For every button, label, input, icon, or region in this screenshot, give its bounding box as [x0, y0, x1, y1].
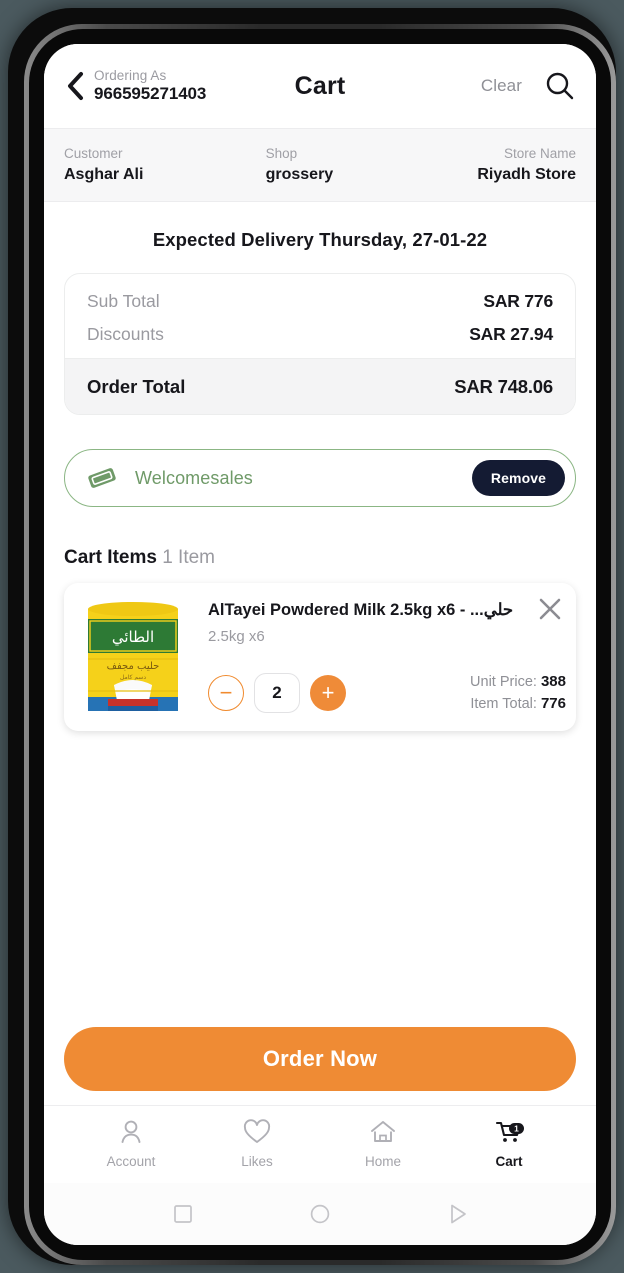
cart-item-row[interactable]: الطائي حليب مجفف دسم كامل AlTayei Powder… — [64, 583, 576, 731]
sub-total-value: SAR 776 — [483, 290, 553, 311]
home-icon — [371, 1120, 395, 1142]
info-store-label: Store Name — [503, 146, 576, 162]
app-header: Ordering As 966595271403 Cart Clear — [44, 44, 596, 128]
nav-label-account: Account — [106, 1153, 156, 1169]
item-total-label: Item Total: — [470, 695, 537, 712]
unit-price-label: Unit Price: — [470, 673, 537, 690]
cart-item-controls: − 2 + Unit Price: 388 Item Total: 776 — [208, 671, 566, 721]
order-totals-card: Sub Total SAR 776 Discounts SAR 27.94 Or… — [64, 273, 576, 415]
quantity-stepper: − 2 + — [208, 672, 346, 713]
discounts-value: SAR 27.94 — [469, 323, 553, 344]
cart-item-details: AlTayei Powdered Milk 2.5kg x6 - ...حلي … — [192, 593, 566, 721]
order-total-row: Order Total SAR 748.06 — [65, 358, 575, 414]
svg-text:حليب مجفف: حليب مجفف — [107, 661, 160, 672]
cart-items-count: 1 Item — [162, 547, 216, 568]
nav-item-account[interactable]: Account — [68, 1117, 194, 1169]
svg-text:دسم كامل: دسم كامل — [120, 674, 146, 681]
ordering-as-label: Ordering As — [94, 67, 167, 83]
info-shop-label: Shop — [265, 146, 298, 162]
order-button-area: Order Now — [44, 1027, 596, 1105]
cart-item-subtitle: 2.5kg x6 — [208, 627, 265, 645]
cart-item-prices: Unit Price: 388 Item Total: 776 — [470, 671, 566, 715]
search-icon[interactable] — [544, 70, 576, 102]
info-shop: Shop grossery — [266, 146, 478, 184]
product-image: الطائي حليب مجفف دسم كامل — [74, 593, 192, 721]
cart-item-title: AlTayei Powdered Milk 2.5kg x6 - ...حلي — [208, 601, 514, 619]
info-store-name: Store Name Riyadh Store — [477, 146, 576, 184]
unit-price-line: Unit Price: 388 — [470, 671, 566, 693]
recents-square-icon[interactable] — [170, 1201, 196, 1227]
nav-label-cart: Cart — [495, 1153, 523, 1169]
info-customer-value: Asghar Ali — [64, 165, 144, 183]
heart-icon — [243, 1118, 271, 1143]
sub-total-label: Sub Total — [87, 290, 160, 311]
android-system-bar — [44, 1183, 596, 1245]
home-circle-icon[interactable] — [307, 1201, 333, 1227]
nav-label-likes: Likes — [241, 1153, 273, 1169]
sub-total-row: Sub Total SAR 776 — [65, 274, 575, 318]
nav-item-home[interactable]: Home — [320, 1117, 446, 1169]
back-chevron-icon[interactable] — [64, 71, 86, 101]
ordering-as-block[interactable]: Ordering As 966595271403 — [94, 67, 207, 104]
cart-items-heading: Cart Items 1 Item — [64, 547, 576, 569]
quantity-value[interactable]: 2 — [254, 672, 300, 713]
cart-body: Expected Delivery Thursday, 27-01-22 Sub… — [44, 202, 596, 1027]
ticket-icon — [88, 468, 116, 488]
svg-text:الطائي: الطائي — [112, 628, 154, 647]
info-customer-label: Customer — [64, 146, 123, 162]
person-icon — [121, 1120, 141, 1143]
discounts-row: Discounts SAR 27.94 — [65, 318, 575, 358]
ordering-as-value: 966595271403 — [94, 84, 207, 104]
order-total-value: SAR 748.06 — [454, 375, 553, 397]
product-thumbnail[interactable]: الطائي حليب مجفف دسم كامل — [74, 593, 192, 721]
expected-delivery-text: Expected Delivery Thursday, 27-01-22 — [152, 229, 488, 250]
remove-promo-button[interactable]: Remove — [471, 460, 565, 496]
increment-button[interactable]: + — [310, 674, 346, 711]
promo-code-row[interactable]: Welcomesales Remove — [64, 449, 576, 507]
cart-badge-count: 1 — [514, 1123, 519, 1133]
nav-item-likes[interactable]: Likes — [194, 1117, 320, 1169]
unit-price-value: 388 — [540, 672, 566, 690]
cart-items-heading-text: Cart Items — [64, 547, 157, 568]
order-total-label: Order Total — [87, 375, 186, 397]
bottom-navigation: Account Likes Home 1 Cart — [44, 1105, 596, 1183]
info-store-value: Riyadh Store — [477, 165, 576, 183]
promo-code-label: Welcomesales — [135, 467, 253, 488]
order-info-strip: Customer Asghar Ali Shop grossery Store … — [44, 128, 596, 202]
cart-icon: 1 — [495, 1121, 524, 1142]
screenshot-stage: Ordering As 966595271403 Cart Clear Cust… — [0, 0, 624, 1273]
phone-screen: Ordering As 966595271403 Cart Clear Cust… — [44, 44, 596, 1245]
back-triangle-icon[interactable] — [444, 1201, 470, 1227]
discounts-label: Discounts — [87, 323, 164, 344]
order-now-button[interactable]: Order Now — [64, 1027, 576, 1091]
nav-item-cart[interactable]: 1 Cart — [446, 1117, 572, 1169]
item-total-line: Item Total: 776 — [470, 693, 566, 715]
info-customer: Customer Asghar Ali — [64, 146, 266, 184]
clear-button[interactable]: Clear — [481, 76, 522, 96]
header-actions: Clear — [481, 70, 576, 102]
item-total-value: 776 — [540, 694, 566, 712]
phone-frame: Ordering As 966595271403 Cart Clear Cust… — [8, 8, 616, 1265]
decrement-button[interactable]: − — [208, 674, 244, 711]
close-icon[interactable] — [536, 595, 564, 623]
nav-label-home: Home — [364, 1153, 401, 1169]
info-shop-value: grossery — [265, 165, 334, 183]
